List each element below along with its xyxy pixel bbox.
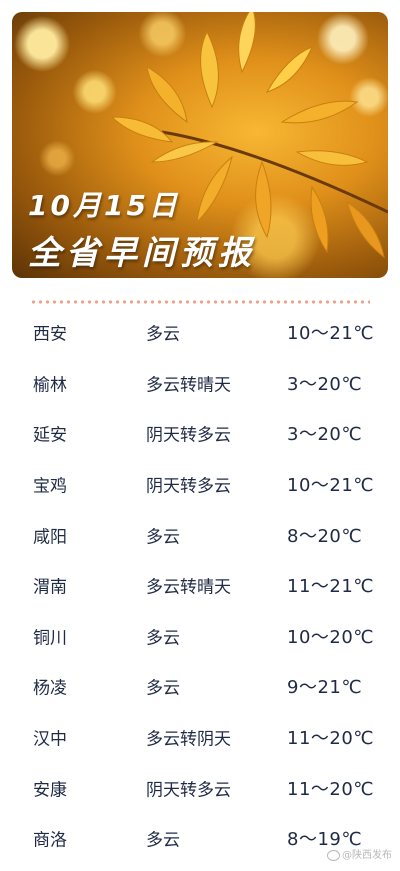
forecast-row: 咸阳 多云 8～20℃ [0, 509, 400, 560]
forecast-title: 全省早间预报 [28, 233, 256, 272]
temperature-range: 8～20℃ [287, 525, 363, 547]
city-name: 铜川 [33, 628, 67, 649]
temperature-range: 3～20℃ [287, 373, 363, 395]
temperature-range: 9～21℃ [287, 677, 363, 699]
weather-condition: 阴天转多云 [146, 425, 231, 446]
forecast-row: 榆林 多云转晴天 3～20℃ [0, 358, 400, 409]
watermark-text: @陕西发布 [342, 850, 392, 861]
header-banner-image: 10月15日 全省早间预报 [12, 12, 388, 278]
forecast-row: 汉中 多云转阴天 11～20℃ [0, 712, 400, 763]
city-name: 安康 [33, 780, 67, 801]
city-name: 汉中 [33, 729, 67, 750]
forecast-row: 杨凌 多云 9～21℃ [0, 661, 400, 712]
forecast-row: 西安 多云 10～21℃ [0, 307, 400, 358]
city-name: 杨凌 [33, 678, 67, 699]
forecast-row: 宝鸡 阴天转多云 10～21℃ [0, 459, 400, 510]
forecast-row: 渭南 多云转晴天 11～21℃ [0, 560, 400, 611]
dotted-divider [30, 300, 370, 304]
forecast-row: 铜川 多云 10～20℃ [0, 611, 400, 662]
weibo-watermark: @陕西发布 [327, 846, 392, 861]
temperature-range: 11～21℃ [287, 576, 375, 598]
weather-condition: 阴天转多云 [146, 476, 231, 497]
city-name: 延安 [33, 425, 67, 446]
forecast-date: 10月15日 [28, 189, 180, 222]
weather-condition: 多云 [146, 830, 180, 851]
weibo-icon [327, 849, 340, 861]
temperature-range: 10～21℃ [287, 475, 375, 497]
temperature-range: 11～20℃ [287, 778, 375, 800]
city-name: 渭南 [33, 577, 67, 598]
weather-condition: 多云转晴天 [146, 375, 231, 396]
city-name: 宝鸡 [33, 476, 67, 497]
weather-condition: 多云转阴天 [146, 729, 231, 750]
city-name: 咸阳 [33, 527, 67, 548]
city-name: 榆林 [33, 375, 67, 396]
weather-condition: 多云 [146, 628, 180, 649]
forecast-row: 延安 阴天转多云 3～20℃ [0, 408, 400, 459]
weather-condition: 多云 [146, 527, 180, 548]
weather-condition: 阴天转多云 [146, 780, 231, 801]
weather-condition: 多云 [146, 678, 180, 699]
forecast-row: 安康 阴天转多云 11～20℃ [0, 762, 400, 813]
temperature-range: 11～20℃ [287, 728, 375, 750]
forecast-list: 西安 多云 10～21℃ 榆林 多云转晴天 3～20℃ 延安 阴天转多云 3～2… [0, 307, 400, 864]
city-name: 商洛 [33, 830, 67, 851]
temperature-range: 3～20℃ [287, 424, 363, 446]
temperature-range: 10～21℃ [287, 323, 375, 345]
weather-condition: 多云 [146, 324, 180, 345]
temperature-range: 10～20℃ [287, 626, 375, 648]
city-name: 西安 [33, 324, 67, 345]
weather-condition: 多云转晴天 [146, 577, 231, 598]
